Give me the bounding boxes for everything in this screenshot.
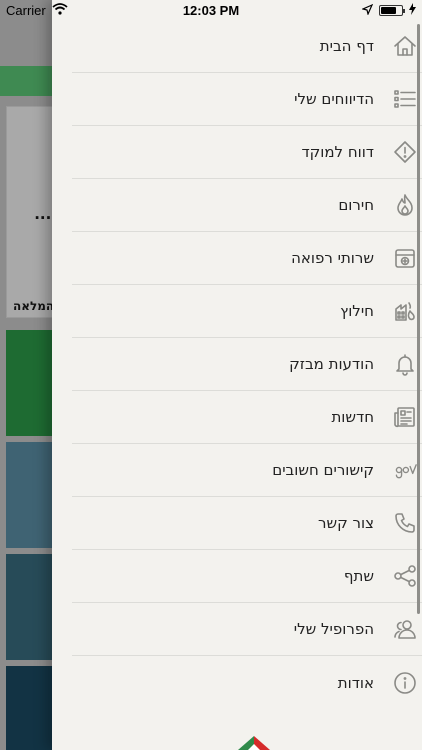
menu-item-share[interactable]: שתף [72, 550, 422, 603]
menu-item-report-to-center[interactable]: דווח למוקד [72, 126, 422, 179]
menu-item-my-reports[interactable]: הדיווחים שלי [72, 73, 422, 126]
menu-item-label: הפרופיל שלי [293, 620, 374, 638]
menu-item-label: קישורים חשובים [272, 461, 374, 479]
background-tile[interactable] [6, 666, 52, 750]
battery-icon [379, 5, 405, 16]
menu-item-label: הודעות מבזק [289, 355, 374, 373]
location-arrow-icon [361, 3, 374, 18]
background-tile[interactable] [6, 330, 52, 436]
background-tile[interactable] [6, 442, 52, 548]
share-icon [392, 563, 418, 589]
newspaper-icon [392, 404, 418, 430]
warning-icon [392, 139, 418, 165]
background-app: ת ים שה... המלאה [0, 0, 52, 750]
menu-item-label: חילוץ [340, 302, 374, 320]
medical-kit-icon [392, 245, 418, 271]
menu-item-label: חדשות [331, 408, 374, 426]
status-right [361, 3, 416, 18]
drawer-menu: דף הבית הדיווחים שלי דווח למוקד חירום שר [72, 20, 422, 709]
menu-item-my-profile[interactable]: הפרופיל שלי [72, 603, 422, 656]
list-icon [392, 86, 418, 112]
rescue-icon [392, 298, 418, 324]
menu-item-label: חירום [338, 196, 374, 214]
phone-icon [392, 510, 418, 536]
menu-item-rescue[interactable]: חילוץ [72, 285, 422, 338]
logo-icon [236, 732, 272, 750]
side-drawer: דף הבית הדיווחים שלי דווח למוקד חירום שר [52, 0, 422, 750]
profile-icon [392, 616, 418, 642]
menu-item-label: דווח למוקד [301, 143, 374, 161]
bell-icon [392, 351, 418, 377]
menu-item-medical-services[interactable]: שרותי רפואה [72, 232, 422, 285]
fire-icon [392, 192, 418, 218]
status-bar: Carrier 12:03 PM [0, 0, 422, 22]
background-tile[interactable] [6, 554, 52, 660]
background-green-bar [0, 66, 52, 96]
menu-item-label: צור קשר [318, 514, 374, 532]
menu-item-home[interactable]: דף הבית [72, 20, 422, 73]
menu-item-label: דף הבית [319, 37, 374, 55]
home-icon [392, 33, 418, 59]
menu-item-label: שרותי רפואה [291, 249, 374, 267]
menu-item-emergency[interactable]: חירום [72, 179, 422, 232]
background-card-line: שה... [34, 205, 52, 223]
background-card-more: המלאה [13, 299, 52, 313]
info-icon [392, 670, 418, 696]
menu-item-label: שתף [343, 567, 374, 585]
menu-item-flash-messages[interactable]: הודעות מבזק [72, 338, 422, 391]
menu-item-label: אודות [337, 673, 374, 692]
menu-item-about[interactable]: אודות [72, 656, 422, 709]
menu-item-important-links[interactable]: קישורים חשובים [72, 444, 422, 497]
menu-item-label: הדיווחים שלי [294, 90, 374, 108]
background-card[interactable]: ת ים שה... המלאה [6, 106, 52, 318]
charging-icon [409, 3, 416, 18]
menu-scrollbar[interactable] [417, 24, 420, 614]
gov-icon [392, 457, 418, 483]
status-time: 12:03 PM [182, 3, 240, 18]
menu-item-news[interactable]: חדשות [72, 391, 422, 444]
menu-item-contact-us[interactable]: צור קשר [72, 497, 422, 550]
